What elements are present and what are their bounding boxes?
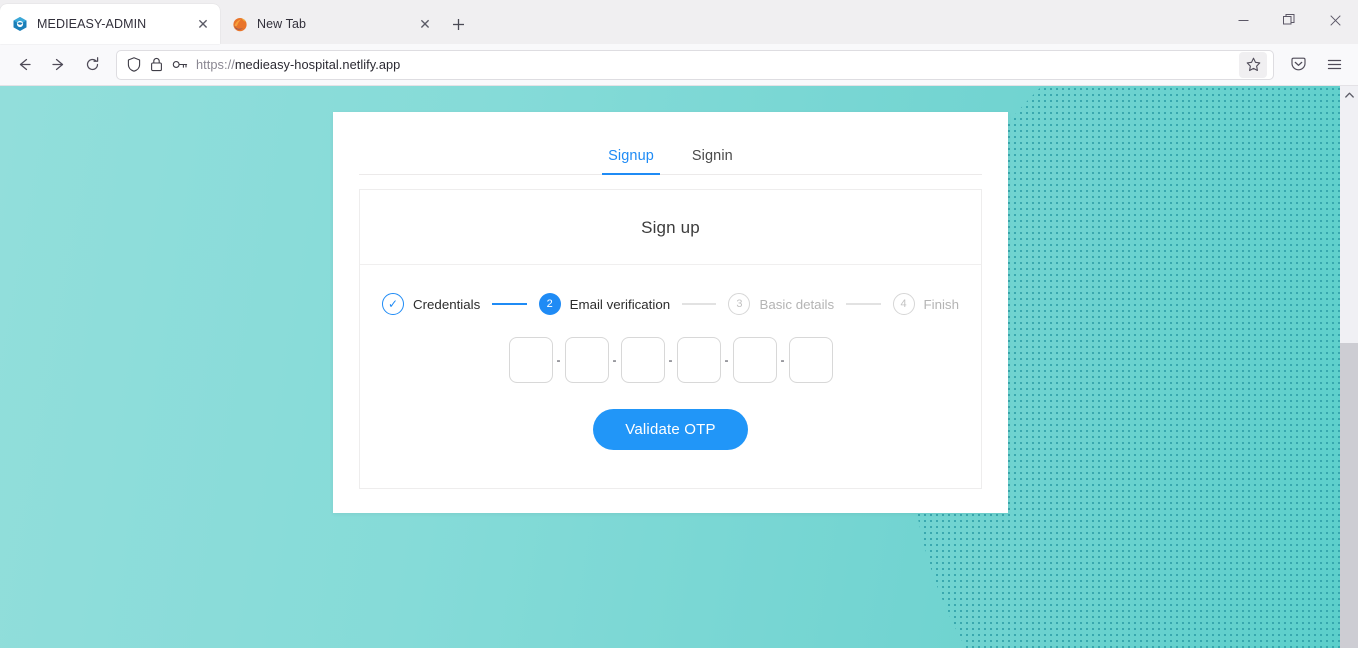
back-arrow-icon xyxy=(19,58,31,71)
window-controls xyxy=(1220,0,1358,44)
otp-digit-3[interactable] xyxy=(620,337,665,383)
otp-digit-6[interactable] xyxy=(788,337,833,383)
app-menu-icon[interactable] xyxy=(1318,49,1350,81)
forward-button[interactable] xyxy=(42,49,74,81)
scrollbar-up-arrow-icon[interactable] xyxy=(1340,86,1358,103)
page-scrollbar[interactable] xyxy=(1340,86,1358,648)
step-finish[interactable]: 4 Finish xyxy=(892,293,959,315)
lock-icon xyxy=(151,57,162,72)
tab-signup[interactable]: Signup xyxy=(602,144,660,175)
url-scheme: https:// xyxy=(196,57,235,72)
otp-separator: - xyxy=(780,353,785,367)
new-tab-button[interactable] xyxy=(442,8,474,40)
url-status-icons xyxy=(127,57,188,72)
page-viewport: Signup Signin Sign up ✓ Credentials 2 Em… xyxy=(0,86,1358,648)
reload-icon xyxy=(86,57,98,71)
otp-digit-4[interactable] xyxy=(676,337,721,383)
step-label: Email verification xyxy=(569,296,671,312)
browser-window: MEDIEASY-ADMIN ✕ New Tab ✕ https://medie… xyxy=(0,0,1358,648)
page-title: Sign up xyxy=(360,190,981,265)
tab-close-icon[interactable]: ✕ xyxy=(192,13,214,35)
scrollbar-thumb[interactable] xyxy=(1340,103,1358,343)
tab-signin[interactable]: Signin xyxy=(686,144,739,174)
window-close-button[interactable] xyxy=(1312,0,1358,40)
otp-separator: - xyxy=(612,353,617,367)
otp-digit-1[interactable] xyxy=(508,337,553,383)
forward-arrow-icon xyxy=(51,58,63,71)
shield-icon xyxy=(127,57,141,72)
url-host: medieasy-hospital.netlify.app xyxy=(234,57,401,72)
browser-tab-medieasy-admin[interactable]: MEDIEASY-ADMIN ✕ xyxy=(0,4,220,44)
step-label: Basic details xyxy=(759,296,835,312)
tab-close-icon[interactable]: ✕ xyxy=(414,13,436,35)
reload-button[interactable] xyxy=(76,49,108,81)
step-connector-2 xyxy=(682,303,717,305)
otp-input-group: - - - - - xyxy=(360,315,981,383)
close-icon xyxy=(1329,14,1341,26)
otp-digit-2[interactable] xyxy=(564,337,609,383)
otp-separator: - xyxy=(556,353,561,367)
firefox-icon xyxy=(232,16,248,32)
otp-separator: - xyxy=(668,353,673,367)
signup-stepper: ✓ Credentials 2 Email verification 3 Bas… xyxy=(360,265,981,315)
pocket-icon[interactable] xyxy=(1282,49,1314,81)
step-label: Credentials xyxy=(413,296,481,312)
navigation-toolbar: https://medieasy-hospital.netlify.app xyxy=(0,44,1358,86)
validate-button-row: Validate OTP xyxy=(360,383,981,488)
window-minimize-button[interactable] xyxy=(1220,0,1266,40)
key-icon xyxy=(172,61,188,68)
otp-separator: - xyxy=(724,353,729,367)
medieasy-hexagon-icon xyxy=(12,16,28,32)
otp-digit-5[interactable] xyxy=(732,337,777,383)
step-basic-details[interactable]: 3 Basic details xyxy=(728,293,834,315)
step-indicator-3: 3 xyxy=(728,293,751,315)
tab-strip: MEDIEASY-ADMIN ✕ New Tab ✕ xyxy=(0,0,1358,44)
auth-tabs: Signup Signin xyxy=(359,112,982,175)
signup-form-panel: Sign up ✓ Credentials 2 Email verificati… xyxy=(359,189,982,489)
step-credentials[interactable]: ✓ Credentials xyxy=(382,293,480,315)
minimize-icon xyxy=(1238,19,1248,21)
toolbar-right-icons xyxy=(1282,49,1350,81)
back-button[interactable] xyxy=(8,49,40,81)
step-connector-3 xyxy=(846,303,881,305)
step-indicator-4: 4 xyxy=(892,293,915,315)
step-email-verification[interactable]: 2 Email verification xyxy=(538,293,671,315)
step-label: Finish xyxy=(923,296,959,312)
step-indicator-2: 2 xyxy=(538,293,561,315)
tab-title: MEDIEASY-ADMIN xyxy=(37,17,147,31)
step-connector-1 xyxy=(492,303,527,305)
url-bar[interactable]: https://medieasy-hospital.netlify.app xyxy=(116,49,1274,80)
validate-otp-button[interactable]: Validate OTP xyxy=(593,409,748,450)
step-indicator-check-icon: ✓ xyxy=(382,293,404,315)
url-text: https://medieasy-hospital.netlify.app xyxy=(196,57,1231,72)
signup-card: Signup Signin Sign up ✓ Credentials 2 Em… xyxy=(333,112,1008,513)
plus-icon xyxy=(452,18,464,30)
restore-icon xyxy=(1283,14,1295,25)
tab-title: New Tab xyxy=(257,17,307,31)
bookmark-star-icon[interactable] xyxy=(1239,51,1267,78)
browser-tab-new-tab[interactable]: New Tab ✕ xyxy=(220,4,442,44)
window-restore-button[interactable] xyxy=(1266,0,1312,40)
